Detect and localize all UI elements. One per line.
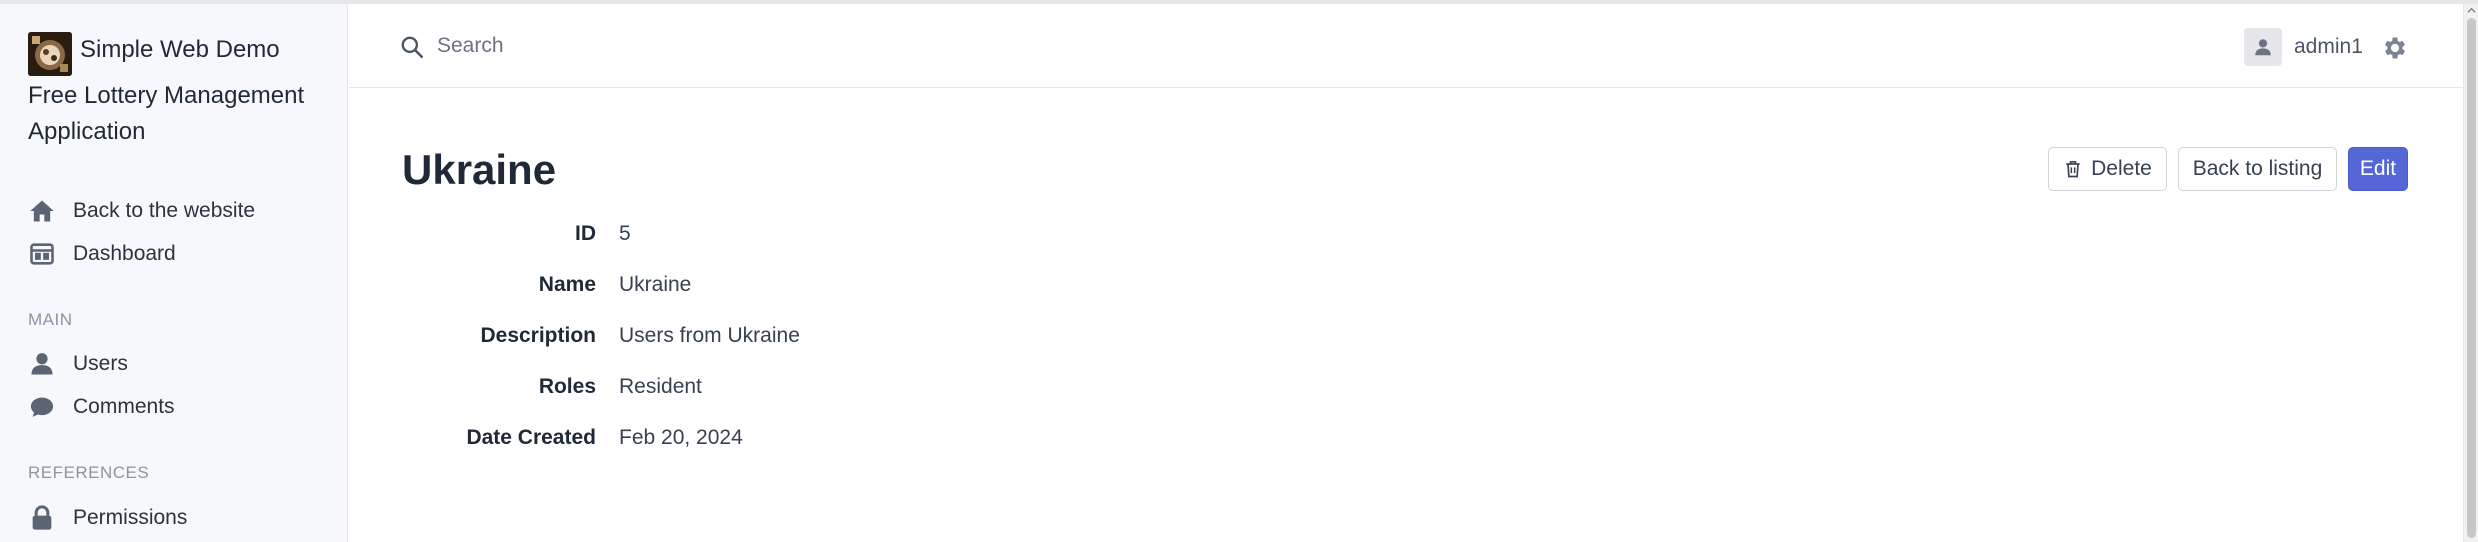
sidebar-item-dashboard[interactable]: Dashboard <box>28 236 328 272</box>
detail-label: Description <box>480 324 596 347</box>
edit-button[interactable]: Edit <box>2348 147 2408 191</box>
vertical-scrollbar[interactable] <box>2463 4 2478 542</box>
top-header: admin1 <box>349 4 2463 88</box>
sidebar-item-label: Dashboard <box>73 242 176 265</box>
scroll-up-arrow-icon[interactable] <box>2467 6 2476 15</box>
sidebar-item-label: Back to the website <box>73 199 256 222</box>
delete-button-label: Delete <box>2091 157 2152 180</box>
sidebar-item-users[interactable]: Users <box>28 346 328 382</box>
brand-subtitle: Free Lottery Management Application <box>28 82 305 145</box>
detail-value: Users from Ukraine <box>619 324 800 347</box>
user-icon <box>31 353 53 375</box>
brand-name: Simple Web Demo <box>80 36 280 63</box>
detail-row-id: ID 5 <box>402 222 1302 252</box>
username: admin1 <box>2294 35 2363 58</box>
avatar <box>2244 28 2282 66</box>
home-icon <box>30 200 54 222</box>
detail-row-date-created: Date Created Feb 20, 2024 <box>402 426 1302 456</box>
edit-button-label: Edit <box>2359 157 2397 180</box>
sidebar-item-label: Permissions <box>73 506 188 529</box>
user-menu[interactable]: admin1 <box>2244 28 2363 66</box>
detail-row-description: Description Users from Ukraine <box>402 324 1302 354</box>
sidebar-item-permissions[interactable]: Permissions <box>28 500 328 536</box>
search-icon <box>401 36 424 59</box>
back-to-listing-button[interactable]: Back to listing <box>2178 147 2337 191</box>
scrollbar-thumb[interactable] <box>2467 18 2476 538</box>
sidebar-item-back-to-website[interactable]: Back to the website <box>28 193 328 229</box>
detail-label: Date Created <box>466 426 596 449</box>
detail-value: Feb 20, 2024 <box>619 426 743 449</box>
back-to-listing-label: Back to listing <box>2192 157 2323 180</box>
lock-icon <box>32 505 52 530</box>
detail-row-roles: Roles Resident <box>402 375 1302 405</box>
sidebar: Simple Web Demo Free Lottery Management … <box>0 4 348 542</box>
detail-label: Name <box>538 273 596 296</box>
detail-row-name: Name Ukraine <box>402 273 1302 303</box>
gear-icon[interactable] <box>2381 34 2409 62</box>
dashboard-icon <box>30 243 54 265</box>
comment-icon <box>30 397 54 417</box>
detail-label: ID <box>575 222 596 245</box>
sidebar-item-comments[interactable]: Comments <box>28 389 328 425</box>
search-input[interactable] <box>437 26 1037 66</box>
delete-button[interactable]: Delete <box>2048 147 2167 191</box>
detail-value: Resident <box>619 375 702 398</box>
sidebar-item-label: Users <box>73 352 128 375</box>
page-title: Ukraine <box>402 146 557 193</box>
trash-icon <box>2066 161 2080 178</box>
detail-value: Ukraine <box>619 273 692 296</box>
brand-logo <box>28 32 72 76</box>
sidebar-item-label: Comments <box>73 395 175 418</box>
sidebar-section-main: MAIN <box>28 310 73 329</box>
detail-label: Roles <box>538 375 596 398</box>
app-root: Simple Web Demo Free Lottery Management … <box>0 4 2478 542</box>
sidebar-section-references: REFERENCES <box>28 463 150 482</box>
user-avatar-icon <box>2255 39 2271 56</box>
detail-value: 5 <box>619 222 631 245</box>
